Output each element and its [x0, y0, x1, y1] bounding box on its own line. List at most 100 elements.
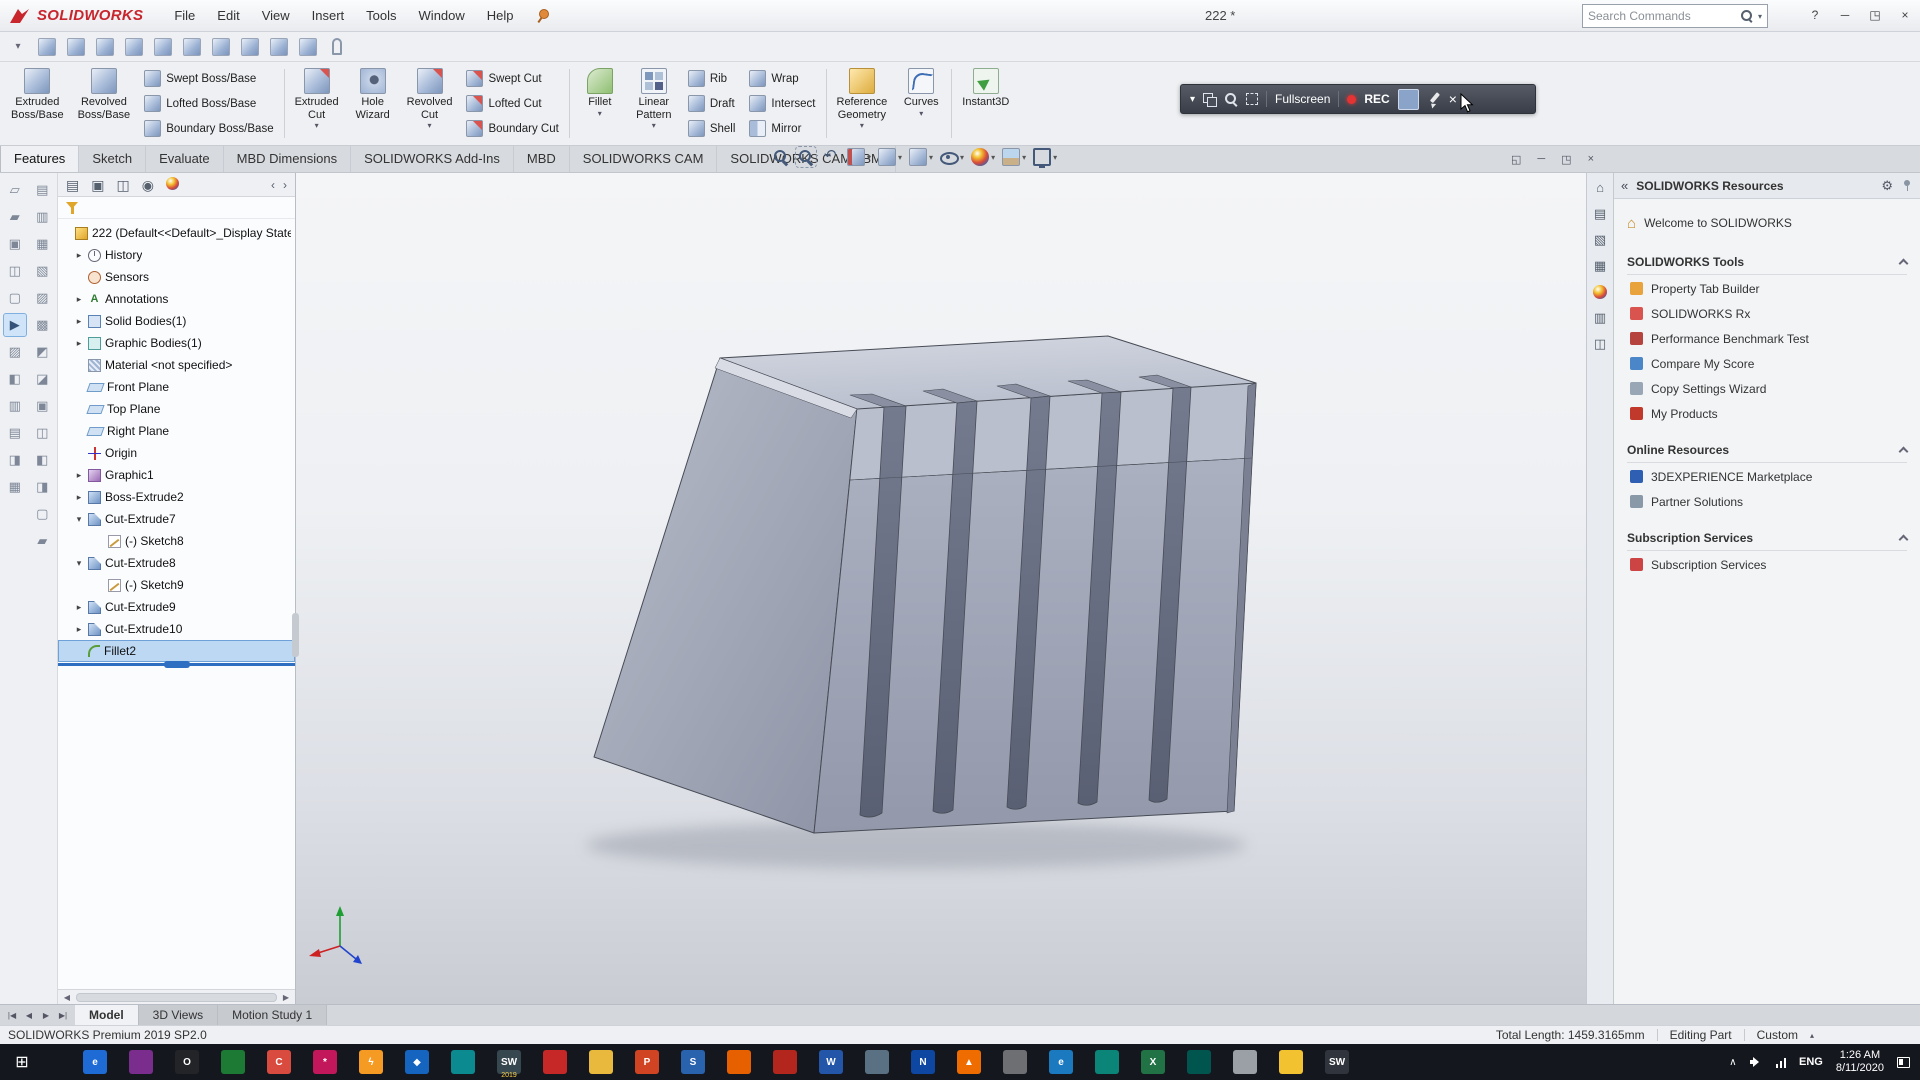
view-tool-button[interactable]	[797, 148, 815, 166]
feature-tree-item[interactable]: ▸ Cut-Extrude10	[58, 618, 295, 640]
left-toolbar-icon[interactable]: ▱	[4, 179, 26, 201]
recorder-close-icon[interactable]: ×	[1449, 92, 1457, 106]
help-icon[interactable]: ?	[1800, 0, 1830, 31]
gear-icon[interactable]: ⚙	[1881, 178, 1893, 194]
configuration-selector[interactable]: Custom	[1757, 1028, 1798, 1042]
feature-tree-item[interactable]: ▸ Annotations	[58, 288, 295, 310]
command-button[interactable]: Lofted Boss/Base	[139, 92, 278, 116]
taskbar-app-icon[interactable]	[854, 1044, 900, 1080]
feature-tree-item[interactable]: ▸ Boss-Extrude2	[58, 486, 295, 508]
taskbar-app-icon[interactable]	[762, 1044, 808, 1080]
taskbar-app-icon[interactable]	[716, 1044, 762, 1080]
doc-restore-icon[interactable]: ◳	[1561, 153, 1571, 166]
expand-arrow-icon[interactable]: ▸	[74, 250, 84, 261]
quick-access-button[interactable]	[238, 35, 262, 59]
menu-item[interactable]: Tools	[355, 0, 407, 31]
left-toolbar-icon[interactable]: ▣	[31, 395, 53, 417]
left-toolbar-icon[interactable]: ▧	[31, 260, 53, 282]
taskbar-app-icon[interactable]: P	[624, 1044, 670, 1080]
scroll-right-icon[interactable]: ▶	[279, 993, 293, 1002]
task-pane-tab[interactable]: ▧	[1588, 228, 1612, 251]
document-tab[interactable]: Motion Study 1	[218, 1005, 327, 1025]
search-icon[interactable]	[1740, 9, 1754, 23]
tray-expand-icon[interactable]: ∧	[1729, 1057, 1736, 1068]
quick-access-button[interactable]	[151, 35, 175, 59]
tree-horizontal-scrollbar[interactable]: ◀ ▶	[58, 989, 295, 1004]
panel-nav-left-icon[interactable]: ‹	[271, 178, 275, 192]
quick-access-button[interactable]	[209, 35, 233, 59]
expand-arrow-icon[interactable]: ▸	[74, 294, 84, 305]
taskbar-app-icon[interactable]	[440, 1044, 486, 1080]
recorder-region-icon[interactable]	[1246, 93, 1258, 105]
minimize-icon[interactable]: ─	[1830, 0, 1860, 31]
taskbar-app-icon[interactable]	[1084, 1044, 1130, 1080]
taskbar-app-icon[interactable]: O	[164, 1044, 210, 1080]
panel-tab[interactable]: ◫	[116, 178, 129, 192]
section-header[interactable]: Subscription Services	[1627, 531, 1907, 551]
menu-item[interactable]: Insert	[301, 0, 356, 31]
taskpane-link[interactable]: Compare My Score	[1627, 352, 1907, 375]
welcome-link[interactable]: ⌂ Welcome to SOLIDWORKS	[1627, 209, 1907, 237]
taskbar-app-icon[interactable]: e	[1038, 1044, 1084, 1080]
left-toolbar-icon[interactable]: ▤	[31, 179, 53, 201]
command-button[interactable]: Rib	[683, 67, 741, 91]
left-toolbar-icon[interactable]: ▤	[4, 422, 26, 444]
left-toolbar-icon[interactable]: ◨	[31, 476, 53, 498]
left-toolbar-icon[interactable]: ▦	[31, 233, 53, 255]
task-pane-tab[interactable]: ⌂	[1588, 176, 1612, 199]
search-input[interactable]	[1588, 9, 1736, 23]
recorder-zoom-icon[interactable]	[1224, 92, 1238, 106]
left-toolbar-icon[interactable]: ▨	[4, 341, 26, 363]
expand-arrow-icon[interactable]: ▸	[74, 602, 84, 613]
view-tool-button[interactable]: ▾	[1033, 148, 1057, 166]
view-tool-button[interactable]	[822, 148, 840, 166]
taskbar-app-icon[interactable]	[1268, 1044, 1314, 1080]
part-model[interactable]	[594, 336, 1256, 833]
left-toolbar-icon[interactable]: ▢	[31, 503, 53, 525]
ribbon-tab[interactable]: Sketch	[79, 146, 146, 172]
pencil-icon[interactable]	[1427, 92, 1441, 106]
doc-tab-nav-icon[interactable]: ▶	[38, 1011, 54, 1020]
graphics-viewport[interactable]	[296, 173, 1586, 1004]
feature-tree-item[interactable]: Top Plane	[58, 398, 295, 420]
feature-tree-item[interactable]: Fillet2	[58, 640, 295, 662]
feature-tree-item[interactable]: Right Plane	[58, 420, 295, 442]
left-toolbar-icon[interactable]: ◩	[31, 341, 53, 363]
command-button[interactable]: Shell	[683, 117, 741, 141]
menu-item[interactable]: View	[251, 0, 301, 31]
command-button[interactable]: Draft	[683, 92, 741, 116]
quick-access-button[interactable]	[93, 35, 117, 59]
command-button[interactable]: Mirror	[744, 117, 820, 141]
quick-access-button[interactable]	[35, 35, 59, 59]
taskpane-link[interactable]: Subscription Services	[1627, 553, 1907, 576]
task-pane-tab[interactable]: ▤	[1588, 202, 1612, 225]
taskbar-app-icon[interactable]: N	[900, 1044, 946, 1080]
feature-tree-item[interactable]: (-) Sketch8	[58, 530, 295, 552]
network-icon[interactable]	[1776, 1057, 1787, 1068]
close-icon[interactable]: ×	[1890, 0, 1920, 31]
taskbar-clock[interactable]: 1:26 AM 8/11/2020	[1836, 1049, 1884, 1075]
command-button[interactable]: Instant3D	[955, 64, 1016, 143]
task-pane-tab[interactable]: ▦	[1588, 254, 1612, 277]
taskpane-link[interactable]: Copy Settings Wizard	[1627, 377, 1907, 400]
feature-tree-item[interactable]: Sensors	[58, 266, 295, 288]
left-toolbar-icon[interactable]: ▶	[4, 314, 26, 336]
start-button[interactable]: ⊞	[0, 1044, 44, 1080]
taskpane-link[interactable]: Property Tab Builder	[1627, 277, 1907, 300]
taskbar-app-icon[interactable]: SW	[1314, 1044, 1360, 1080]
taskbar-app-icon[interactable]: C	[256, 1044, 302, 1080]
taskbar-app-icon[interactable]	[210, 1044, 256, 1080]
menu-item[interactable]: File	[163, 0, 206, 31]
left-toolbar-icon[interactable]: ◨	[4, 449, 26, 471]
left-toolbar-icon[interactable]: ▰	[4, 206, 26, 228]
command-search[interactable]: ▾	[1582, 4, 1768, 28]
command-button[interactable]: Extruded Cut ▾	[288, 64, 346, 143]
taskbar-app-icon[interactable]: ◆	[394, 1044, 440, 1080]
taskbar-app-icon[interactable]: ϟ	[348, 1044, 394, 1080]
rollback-bar[interactable]	[58, 663, 295, 666]
fullscreen-label[interactable]: Fullscreen	[1275, 92, 1330, 106]
expand-arrow-icon[interactable]: ▸	[74, 316, 84, 327]
ribbon-tab[interactable]: SOLIDWORKS CAM	[570, 146, 718, 172]
command-button[interactable]: Intersect	[744, 92, 820, 116]
command-button[interactable]: Linear Pattern ▾	[627, 64, 681, 143]
